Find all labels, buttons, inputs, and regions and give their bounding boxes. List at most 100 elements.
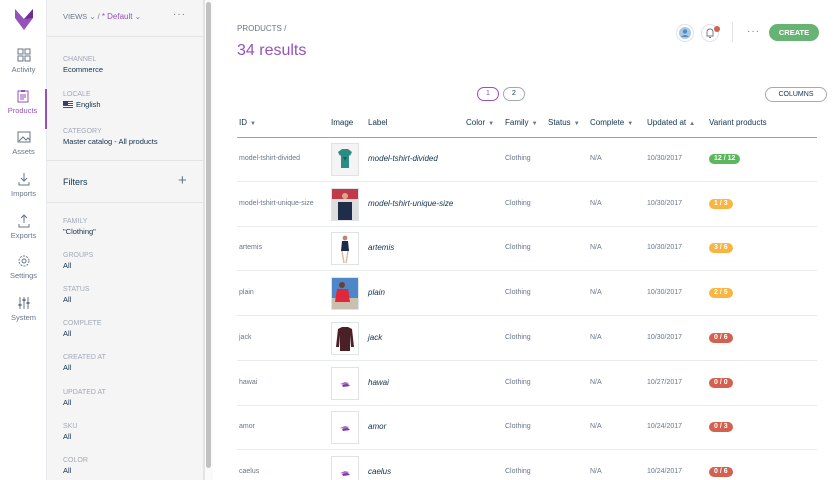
column-updated-at[interactable]: Updated at ▲ bbox=[647, 118, 695, 127]
product-image-icon bbox=[332, 233, 358, 265]
views-selector[interactable]: VIEWS ⌄ / * Default ⌄ bbox=[63, 12, 141, 21]
filter-value: All bbox=[63, 261, 72, 270]
column-label[interactable]: Label bbox=[368, 118, 388, 127]
column-variants-label: Variant products bbox=[709, 118, 767, 127]
sort-caret-icon: ▼ bbox=[488, 121, 495, 127]
product-grid-area: PRODUCTS / 34 results ··· CREATE 1 2 COL… bbox=[213, 0, 840, 480]
clipboard-icon bbox=[0, 89, 45, 103]
nav-item-exports[interactable]: Exports bbox=[0, 214, 47, 254]
image-icon bbox=[0, 130, 47, 144]
table-row[interactable]: plain plain Clothing N/A 10/30/2017 2 / 5 bbox=[237, 272, 817, 317]
filter-created-at[interactable]: CREATED AT All bbox=[63, 354, 106, 372]
table-row[interactable]: caelus caelus Clothing N/A 10/24/2017 0 / 6 bbox=[237, 451, 817, 480]
filter-label: COMPLETE bbox=[63, 320, 102, 327]
column-status-label: Status bbox=[548, 118, 571, 127]
filter-family[interactable]: FAMILY "Clothing" bbox=[63, 218, 96, 236]
cell-label[interactable]: hawai bbox=[368, 378, 389, 387]
product-image-icon bbox=[332, 412, 358, 444]
column-id[interactable]: ID ▼ bbox=[239, 118, 256, 127]
product-image-icon bbox=[332, 456, 358, 480]
table-row[interactable]: artemis artemis Clothing N/A 10/30/2017 3 / 6 bbox=[237, 227, 817, 272]
nav-item-activity[interactable]: Activity bbox=[0, 48, 47, 88]
add-filter-icon[interactable]: + bbox=[178, 172, 187, 189]
panel-scrollbar-thumb[interactable] bbox=[206, 2, 211, 468]
view-more-button[interactable]: ··· bbox=[173, 9, 186, 20]
cell-label[interactable]: model-tshirt-divided bbox=[368, 154, 438, 163]
column-updated-label: Updated at bbox=[647, 118, 687, 127]
cell-id: model-tshirt-divided bbox=[239, 155, 301, 162]
cell-label[interactable]: model-tshirt-unique-size bbox=[368, 199, 453, 208]
filter-label: UPDATED AT bbox=[63, 389, 106, 396]
table-row[interactable]: model-tshirt-unique-size model-tshirt-uni… bbox=[237, 183, 817, 227]
filter-color[interactable]: COLOR All bbox=[63, 457, 88, 475]
filter-panel: VIEWS ⌄ / * Default ⌄ ··· CHANNEL Ecomme… bbox=[47, 0, 204, 480]
table-row[interactable]: amor amor Clothing N/A 10/24/2017 0 / 3 bbox=[237, 406, 817, 451]
columns-button[interactable]: COLUMNS bbox=[765, 87, 827, 102]
cell-id: model-tshirt-unique-size bbox=[239, 199, 314, 207]
filter-value: All bbox=[63, 329, 72, 338]
cell-family: Clothing bbox=[505, 155, 531, 162]
column-variant-products: Variant products bbox=[709, 118, 767, 127]
product-thumbnail bbox=[331, 143, 359, 176]
user-avatar[interactable] bbox=[676, 24, 694, 42]
divider bbox=[47, 202, 203, 203]
column-status[interactable]: Status ▼ bbox=[548, 118, 580, 127]
nav-item-assets[interactable]: Assets bbox=[0, 130, 47, 170]
breadcrumb[interactable]: PRODUCTS / bbox=[237, 24, 286, 33]
column-image-label: Image bbox=[331, 118, 354, 127]
sort-caret-icon: ▼ bbox=[573, 121, 580, 127]
more-actions-button[interactable]: ··· bbox=[747, 26, 760, 37]
filter-groups[interactable]: GROUPS All bbox=[63, 252, 93, 270]
cell-label[interactable]: artemis bbox=[368, 243, 394, 252]
filter-complete[interactable]: COMPLETE All bbox=[63, 320, 102, 338]
column-complete[interactable]: Complete ▼ bbox=[590, 118, 633, 127]
cell-id: artemis bbox=[239, 244, 262, 252]
column-color[interactable]: Color ▼ bbox=[466, 118, 494, 127]
cell-id: plain bbox=[239, 289, 254, 297]
filter-label: COLOR bbox=[63, 457, 88, 464]
akeneo-logo[interactable] bbox=[12, 6, 36, 32]
table-row[interactable]: hawai hawai Clothing N/A 10/27/2017 0 / 0 bbox=[237, 362, 817, 406]
cell-label[interactable]: amor bbox=[368, 422, 386, 431]
filters-title: Filters bbox=[63, 177, 88, 187]
product-thumbnail bbox=[331, 321, 359, 355]
variant-badge: 1 / 3 bbox=[709, 198, 733, 209]
column-family[interactable]: Family ▼ bbox=[505, 118, 538, 127]
category-label: CATEGORY bbox=[63, 128, 102, 135]
filter-value: All bbox=[63, 295, 72, 304]
column-family-label: Family bbox=[505, 118, 529, 127]
category-switcher[interactable]: CATEGORY Master catalog - All products bbox=[63, 128, 158, 146]
notifications-button[interactable] bbox=[701, 24, 720, 42]
channel-switcher[interactable]: CHANNEL Ecommerce bbox=[63, 56, 103, 74]
create-button[interactable]: CREATE bbox=[769, 24, 819, 41]
nav-item-label: Settings bbox=[9, 271, 38, 280]
cell-complete: N/A bbox=[590, 467, 602, 475]
nav-item-imports[interactable]: Imports bbox=[0, 172, 47, 212]
filter-sku[interactable]: SKU All bbox=[63, 423, 77, 441]
cell-label[interactable]: jack bbox=[368, 333, 382, 342]
variant-badge: 0 / 3 bbox=[709, 422, 733, 433]
page-2-button[interactable]: 2 bbox=[503, 87, 525, 101]
variant-badge: 0 / 6 bbox=[709, 466, 733, 477]
nav-item-products[interactable]: Products bbox=[0, 89, 47, 129]
filter-updated-at[interactable]: UPDATED AT All bbox=[63, 389, 106, 407]
column-color-label: Color bbox=[466, 118, 486, 127]
channel-value: Ecommerce bbox=[63, 65, 104, 74]
table-row[interactable]: jack jack Clothing N/A 10/30/2017 0 / 6 bbox=[237, 317, 817, 361]
nav-item-settings[interactable]: Settings bbox=[0, 254, 47, 294]
cell-updated-at: 10/24/2017 bbox=[647, 467, 683, 475]
sort-caret-icon: ▼ bbox=[627, 121, 634, 127]
cell-label[interactable]: plain bbox=[368, 288, 385, 297]
product-thumbnail bbox=[331, 232, 359, 266]
us-flag-icon bbox=[63, 101, 73, 108]
page-1-button[interactable]: 1 bbox=[477, 87, 499, 101]
locale-switcher[interactable]: LOCALE English bbox=[63, 91, 101, 109]
cell-updated-at: 10/24/2017 bbox=[647, 423, 683, 431]
column-id-label: ID bbox=[239, 118, 247, 127]
nav-item-system[interactable]: System bbox=[0, 296, 47, 336]
filter-status[interactable]: STATUS All bbox=[63, 286, 90, 304]
divider bbox=[47, 160, 203, 161]
view-name[interactable]: * Default bbox=[102, 12, 133, 21]
table-row[interactable]: model-tshirt-divided model-tshirt-divided… bbox=[237, 138, 817, 182]
cell-label[interactable]: caelus bbox=[368, 467, 391, 476]
